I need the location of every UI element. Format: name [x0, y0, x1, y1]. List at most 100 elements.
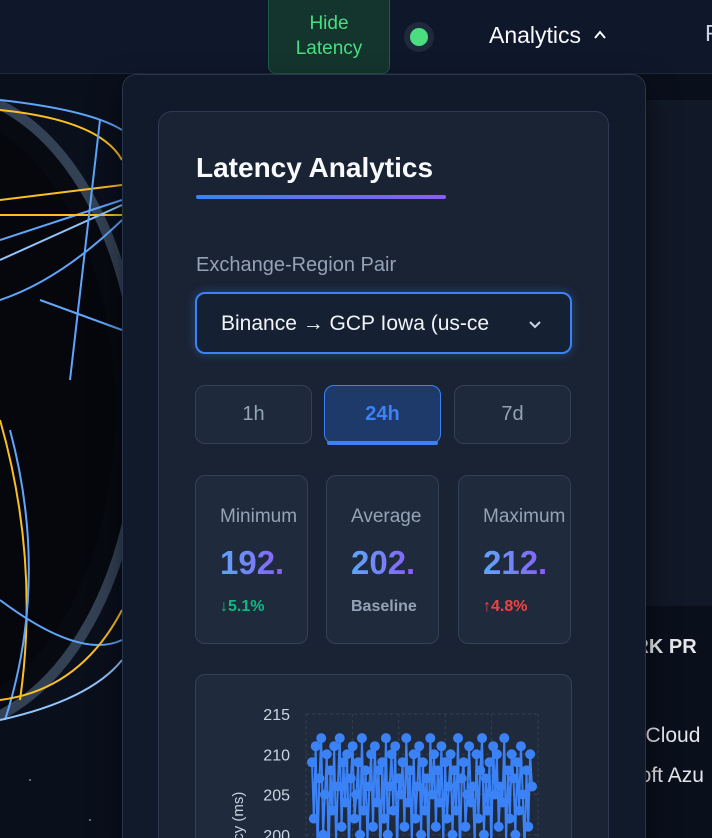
chart-data-point[interactable] — [369, 741, 380, 752]
chart-data-point[interactable] — [358, 805, 369, 816]
chart-data-point[interactable] — [384, 781, 395, 792]
chart-data-point[interactable] — [308, 813, 319, 824]
chart-data-point[interactable] — [419, 805, 430, 816]
chart-data-point[interactable] — [473, 813, 484, 824]
chart-data-point[interactable] — [453, 733, 464, 744]
chart-data-point[interactable] — [380, 733, 391, 744]
chart-data-point[interactable] — [307, 757, 317, 768]
chart-data-point[interactable] — [397, 757, 408, 768]
chart-data-point[interactable] — [395, 789, 406, 800]
chart-data-point[interactable] — [434, 797, 445, 808]
chart-data-point[interactable] — [451, 805, 462, 816]
chart-data-point[interactable] — [334, 733, 345, 744]
chart-data-point[interactable] — [364, 781, 375, 792]
chart-data-point[interactable] — [480, 773, 491, 784]
chart-data-point[interactable] — [368, 821, 379, 832]
chart-data-point[interactable] — [491, 749, 502, 760]
chart-data-point[interactable] — [371, 797, 382, 808]
chart-data-point[interactable] — [484, 757, 495, 768]
analytics-menu-toggle[interactable]: Analytics — [489, 20, 607, 50]
chart-data-point[interactable] — [465, 797, 476, 808]
chart-data-point[interactable] — [349, 813, 360, 824]
chart-data-point[interactable] — [345, 773, 356, 784]
chart-data-point[interactable] — [527, 781, 537, 792]
chart-data-point[interactable] — [477, 733, 488, 744]
chart-data-point[interactable] — [478, 829, 489, 838]
chart-data-point[interactable] — [458, 757, 469, 768]
chart-data-point[interactable] — [482, 805, 493, 816]
chart-data-point[interactable] — [521, 765, 532, 776]
chart-data-point[interactable] — [443, 781, 454, 792]
chart-data-point[interactable] — [412, 781, 423, 792]
chart-data-point[interactable] — [429, 749, 440, 760]
chart-data-point[interactable] — [427, 789, 438, 800]
exchange-region-pair-select[interactable]: Binance → GCP Iowa (us-ce — [195, 292, 572, 354]
chart-data-point[interactable] — [504, 813, 515, 824]
chart-data-point[interactable] — [460, 821, 471, 832]
chart-data-point[interactable] — [403, 797, 414, 808]
chart-data-point[interactable] — [401, 733, 412, 744]
chart-data-point[interactable] — [514, 805, 525, 816]
chart-data-point[interactable] — [436, 741, 447, 752]
chart-data-point[interactable] — [495, 781, 506, 792]
chart-data-point[interactable] — [382, 829, 393, 838]
chart-data-point[interactable] — [421, 773, 432, 784]
chart-data-point[interactable] — [355, 829, 366, 838]
latency-analytics-title: Latency Analytics — [196, 152, 434, 183]
chart-data-point[interactable] — [525, 749, 536, 760]
chart-data-point[interactable] — [379, 813, 390, 824]
chart-data-point[interactable] — [425, 733, 436, 744]
chart-data-point[interactable] — [399, 821, 410, 832]
next-menu-item[interactable]: F — [705, 20, 712, 47]
chart-data-point[interactable] — [410, 813, 421, 824]
chart-data-point[interactable] — [321, 749, 332, 760]
chart-data-point[interactable] — [445, 749, 456, 760]
chart-data-point[interactable] — [523, 821, 534, 832]
chart-data-point[interactable] — [388, 805, 399, 816]
chart-data-point[interactable] — [515, 741, 526, 752]
chart-data-point[interactable] — [327, 805, 338, 816]
chart-y-ticks: 215 210 205 200 — [263, 707, 290, 838]
chart-data-point[interactable] — [318, 829, 329, 838]
chart-data-point[interactable] — [336, 821, 347, 832]
chart-data-point[interactable] — [449, 765, 460, 776]
chart-data-point[interactable] — [356, 733, 367, 744]
chart-data-point[interactable] — [360, 765, 371, 776]
chart-data-point[interactable] — [441, 813, 452, 824]
time-range-7d-button[interactable]: 7d — [454, 385, 571, 444]
time-range-24h-button[interactable]: 24h — [324, 385, 441, 445]
chart-data-point[interactable] — [508, 773, 519, 784]
chart-data-point[interactable] — [319, 789, 330, 800]
chart-data-point[interactable] — [351, 789, 362, 800]
chart-data-point[interactable] — [467, 781, 478, 792]
chart-data-point[interactable] — [517, 789, 528, 800]
chart-data-point[interactable] — [325, 765, 336, 776]
chart-data-point[interactable] — [416, 829, 427, 838]
chart-data-point[interactable] — [447, 829, 458, 838]
chart-data-point[interactable] — [390, 741, 401, 752]
chart-data-point[interactable] — [393, 773, 404, 784]
time-range-1h-button[interactable]: 1h — [195, 385, 312, 444]
chart-data-point[interactable] — [497, 797, 508, 808]
chart-data-point[interactable] — [493, 821, 504, 832]
chart-data-point[interactable] — [430, 821, 441, 832]
chart-data-point[interactable] — [417, 757, 428, 768]
chart-data-point[interactable] — [347, 741, 358, 752]
chart-data-point[interactable] — [353, 757, 364, 768]
chart-data-point[interactable] — [456, 773, 467, 784]
chart-data-point[interactable] — [510, 829, 521, 838]
chart-data-point[interactable] — [314, 773, 325, 784]
chart-data-point[interactable] — [464, 741, 475, 752]
chart-data-point[interactable] — [432, 765, 443, 776]
chart-data-point[interactable] — [471, 749, 482, 760]
chart-data-point[interactable] — [512, 757, 523, 768]
chart-data-point[interactable] — [499, 733, 510, 744]
chart-data-point[interactable] — [332, 781, 343, 792]
hide-latency-button[interactable]: Hide Latency — [268, 0, 390, 74]
chart-data-point[interactable] — [340, 797, 351, 808]
stat-minimum-label: Minimum — [220, 506, 298, 527]
chart-data-point[interactable] — [377, 757, 388, 768]
chart-data-point[interactable] — [316, 733, 327, 744]
chart-data-point[interactable] — [414, 741, 425, 752]
chart-data-point[interactable] — [404, 765, 415, 776]
